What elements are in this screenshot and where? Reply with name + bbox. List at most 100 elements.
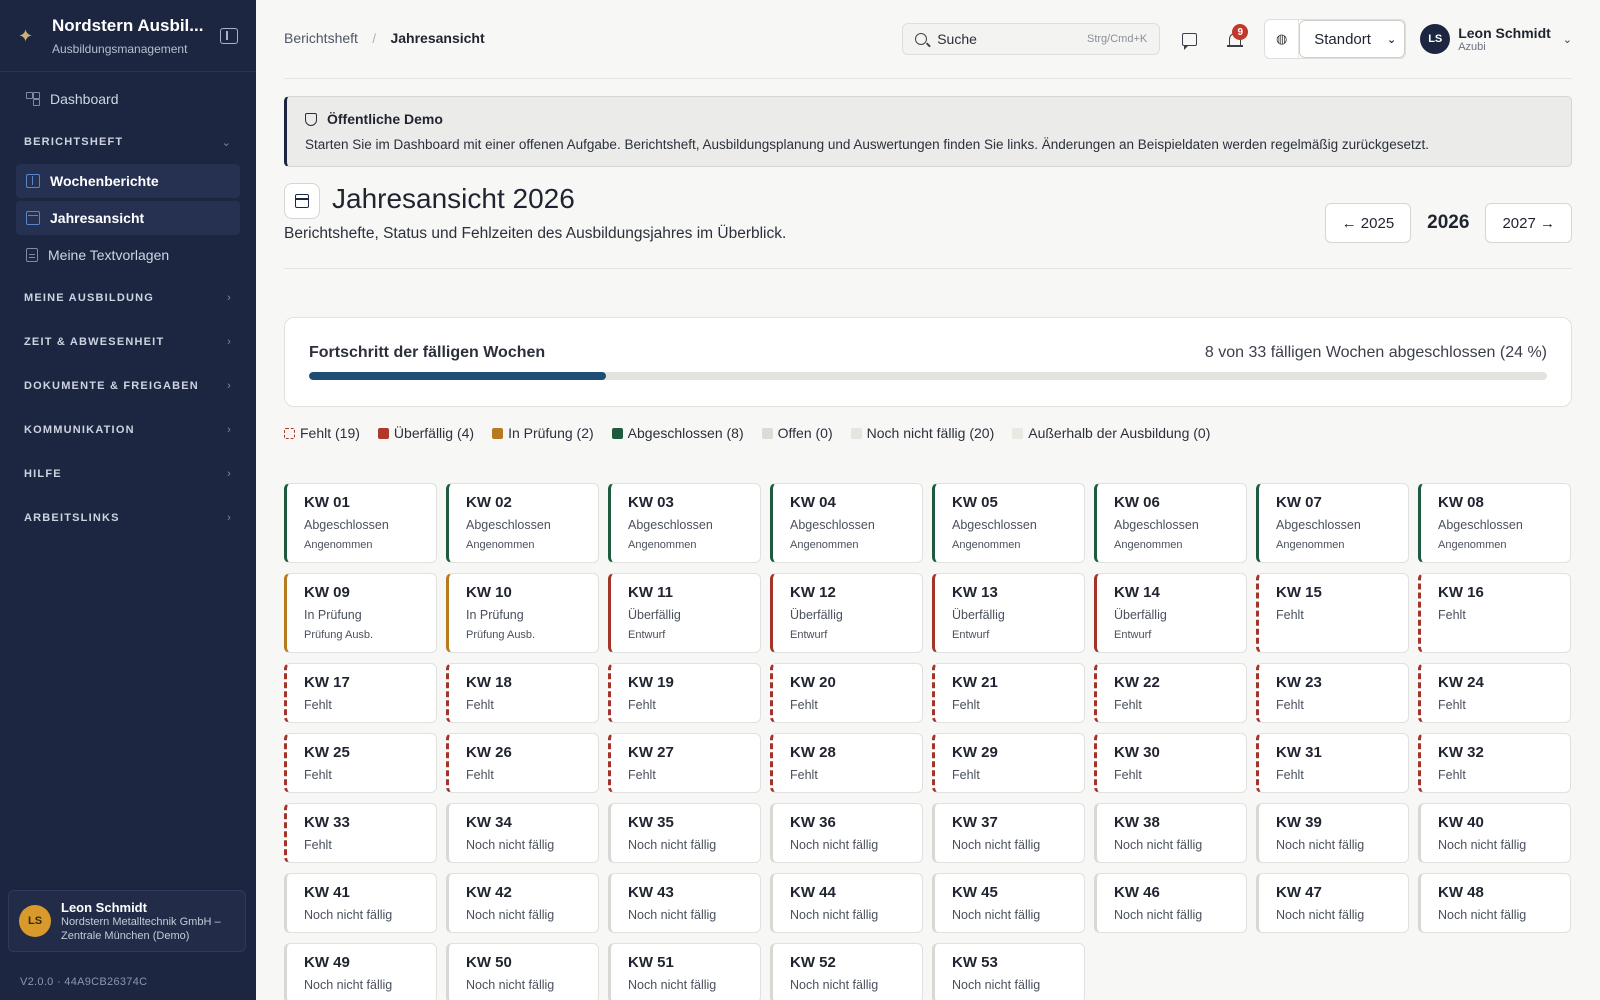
legend-label: Überfällig (4) [393,425,475,441]
sidebar-item-dashboard[interactable]: Dashboard [16,82,240,116]
location-select[interactable]: Standort ⌄ [1299,20,1406,58]
week-card[interactable]: KW 03 Abgeschlossen Angenommen [608,483,761,563]
year-navigation: ← 2025 2026 2027 → [1324,203,1572,243]
week-card[interactable]: KW 26 Fehlt [446,733,599,793]
prev-year-button[interactable]: ← 2025 [1324,203,1412,243]
sidebar-user-card[interactable]: LS Leon Schmidt Nordstern Metalltechnik … [8,890,246,952]
sidebar-collapse-icon[interactable] [220,27,238,44]
week-card[interactable]: KW 44 Noch nicht fällig [770,873,923,933]
week-status: Abgeschlossen [790,518,875,532]
week-card[interactable]: KW 27 Fehlt [608,733,761,793]
week-card[interactable]: KW 31 Fehlt [1256,733,1409,793]
sidebar-section-berichtsheft[interactable]: BERICHTSHEFT ⌄ [16,120,240,164]
week-card[interactable]: KW 21 Fehlt [932,663,1085,723]
search-shortcut: Strg/Cmd+K [1087,33,1148,45]
week-number: KW 44 [790,884,836,901]
week-number: KW 34 [466,814,512,831]
week-card[interactable]: KW 39 Noch nicht fällig [1256,803,1409,863]
week-detail: Entwurf [790,629,828,641]
week-card[interactable]: KW 01 Abgeschlossen Angenommen [284,483,437,563]
week-card[interactable]: KW 12 Überfällig Entwurf [770,573,923,653]
week-card[interactable]: KW 30 Fehlt [1094,733,1247,793]
week-card[interactable]: KW 29 Fehlt [932,733,1085,793]
week-card[interactable]: KW 10 In Prüfung Prüfung Ausb. [446,573,599,653]
week-card[interactable]: KW 18 Fehlt [446,663,599,723]
week-card[interactable]: KW 22 Fehlt [1094,663,1247,723]
week-card[interactable]: KW 45 Noch nicht fällig [932,873,1085,933]
search-input[interactable]: Suche Strg/Cmd+K [902,23,1161,55]
week-card[interactable]: KW 17 Fehlt [284,663,437,723]
week-card[interactable]: KW 09 In Prüfung Prüfung Ausb. [284,573,437,653]
week-card[interactable]: KW 11 Überfällig Entwurf [608,573,761,653]
notifications-button[interactable]: 9 [1218,22,1252,56]
sidebar-section-kommunikation[interactable]: KOMMUNIKATION › [16,408,240,452]
breadcrumb-parent[interactable]: Berichtsheft [284,30,358,46]
week-card[interactable]: KW 33 Fehlt [284,803,437,863]
week-card[interactable]: KW 14 Überfällig Entwurf [1094,573,1247,653]
week-card[interactable]: KW 07 Abgeschlossen Angenommen [1256,483,1409,563]
progress-summary: 8 von 33 fälligen Wochen abgeschlossen (… [1204,344,1547,361]
week-status: Fehlt [466,698,494,712]
week-card[interactable]: KW 42 Noch nicht fällig [446,873,599,933]
week-detail: Entwurf [952,629,990,641]
week-card[interactable]: KW 05 Abgeschlossen Angenommen [932,483,1085,563]
week-card[interactable]: KW 28 Fehlt [770,733,923,793]
week-card[interactable]: KW 38 Noch nicht fällig [1094,803,1247,863]
week-card[interactable]: KW 46 Noch nicht fällig [1094,873,1247,933]
week-card[interactable]: KW 24 Fehlt [1418,663,1571,723]
week-status: In Prüfung [304,608,362,622]
sidebar-section-zeit-abwesenheit[interactable]: ZEIT & ABWESENHEIT › [16,320,240,364]
week-card[interactable]: KW 25 Fehlt [284,733,437,793]
week-card[interactable]: KW 32 Fehlt [1418,733,1571,793]
week-card[interactable]: KW 23 Fehlt [1256,663,1409,723]
week-card[interactable]: KW 13 Überfällig Entwurf [932,573,1085,653]
week-card[interactable]: KW 08 Abgeschlossen Angenommen [1418,483,1571,563]
week-card[interactable]: KW 48 Noch nicht fällig [1418,873,1571,933]
user-menu[interactable]: LS Leon Schmidt Azubi ⌄ [1420,24,1572,54]
next-year-button[interactable]: 2027 → [1485,203,1572,243]
section-label: DOKUMENTE & FREIGABEN [24,380,199,392]
week-status: Noch nicht fällig [1438,838,1527,852]
week-card[interactable]: KW 15 Fehlt [1256,573,1409,653]
calendar-icon [295,194,309,208]
week-card[interactable]: KW 41 Noch nicht fällig [284,873,437,933]
week-status: Fehlt [790,698,818,712]
week-status: Noch nicht fällig [466,838,555,852]
week-card[interactable]: KW 53 Noch nicht fällig [932,943,1085,1000]
week-card[interactable]: KW 50 Noch nicht fällig [446,943,599,1000]
messages-button[interactable] [1172,22,1206,56]
week-number: KW 23 [1276,674,1322,691]
week-card[interactable]: KW 51 Noch nicht fällig [608,943,761,1000]
week-card[interactable]: KW 43 Noch nicht fällig [608,873,761,933]
week-card[interactable]: KW 49 Noch nicht fällig [284,943,437,1000]
avatar: LS [19,905,51,937]
week-card[interactable]: KW 47 Noch nicht fällig [1256,873,1409,933]
demo-banner: Öffentliche Demo Starten Sie im Dashboar… [284,96,1572,167]
week-card[interactable]: KW 19 Fehlt [608,663,761,723]
week-card[interactable]: KW 40 Noch nicht fällig [1418,803,1571,863]
sidebar-section-meine-ausbildung[interactable]: MEINE AUSBILDUNG › [16,276,240,320]
week-card[interactable]: KW 02 Abgeschlossen Angenommen [446,483,599,563]
week-card[interactable]: KW 16 Fehlt [1418,573,1571,653]
week-card[interactable]: KW 37 Noch nicht fällig [932,803,1085,863]
sidebar-item-textvorlagen[interactable]: Meine Textvorlagen [16,238,240,272]
week-card[interactable]: KW 20 Fehlt [770,663,923,723]
sidebar-section-hilfe[interactable]: HILFE › [16,452,240,496]
sidebar-item-jahresansicht[interactable]: Jahresansicht [16,201,240,235]
sidebar-item-wochenberichte[interactable]: Wochenberichte [16,164,240,198]
sidebar-section-arbeitslinks[interactable]: ARBEITSLINKS › [16,496,240,540]
week-status: Noch nicht fällig [790,978,879,992]
week-card[interactable]: KW 36 Noch nicht fällig [770,803,923,863]
week-card[interactable]: KW 52 Noch nicht fällig [770,943,923,1000]
brand[interactable]: Nordstern Ausbil... Ausbildungsmanagemen… [52,16,210,56]
week-status: Noch nicht fällig [1438,908,1527,922]
week-card[interactable]: KW 35 Noch nicht fällig [608,803,761,863]
week-card[interactable]: KW 34 Noch nicht fällig [446,803,599,863]
grid-icon [26,92,40,106]
week-status: Noch nicht fällig [628,908,717,922]
week-card[interactable]: KW 04 Abgeschlossen Angenommen [770,483,923,563]
palette-icon[interactable]: ◍ [1265,20,1300,58]
week-card[interactable]: KW 06 Abgeschlossen Angenommen [1094,483,1247,563]
sidebar-item-label: Meine Textvorlagen [48,247,170,263]
sidebar-section-dokumente[interactable]: DOKUMENTE & FREIGABEN › [16,364,240,408]
